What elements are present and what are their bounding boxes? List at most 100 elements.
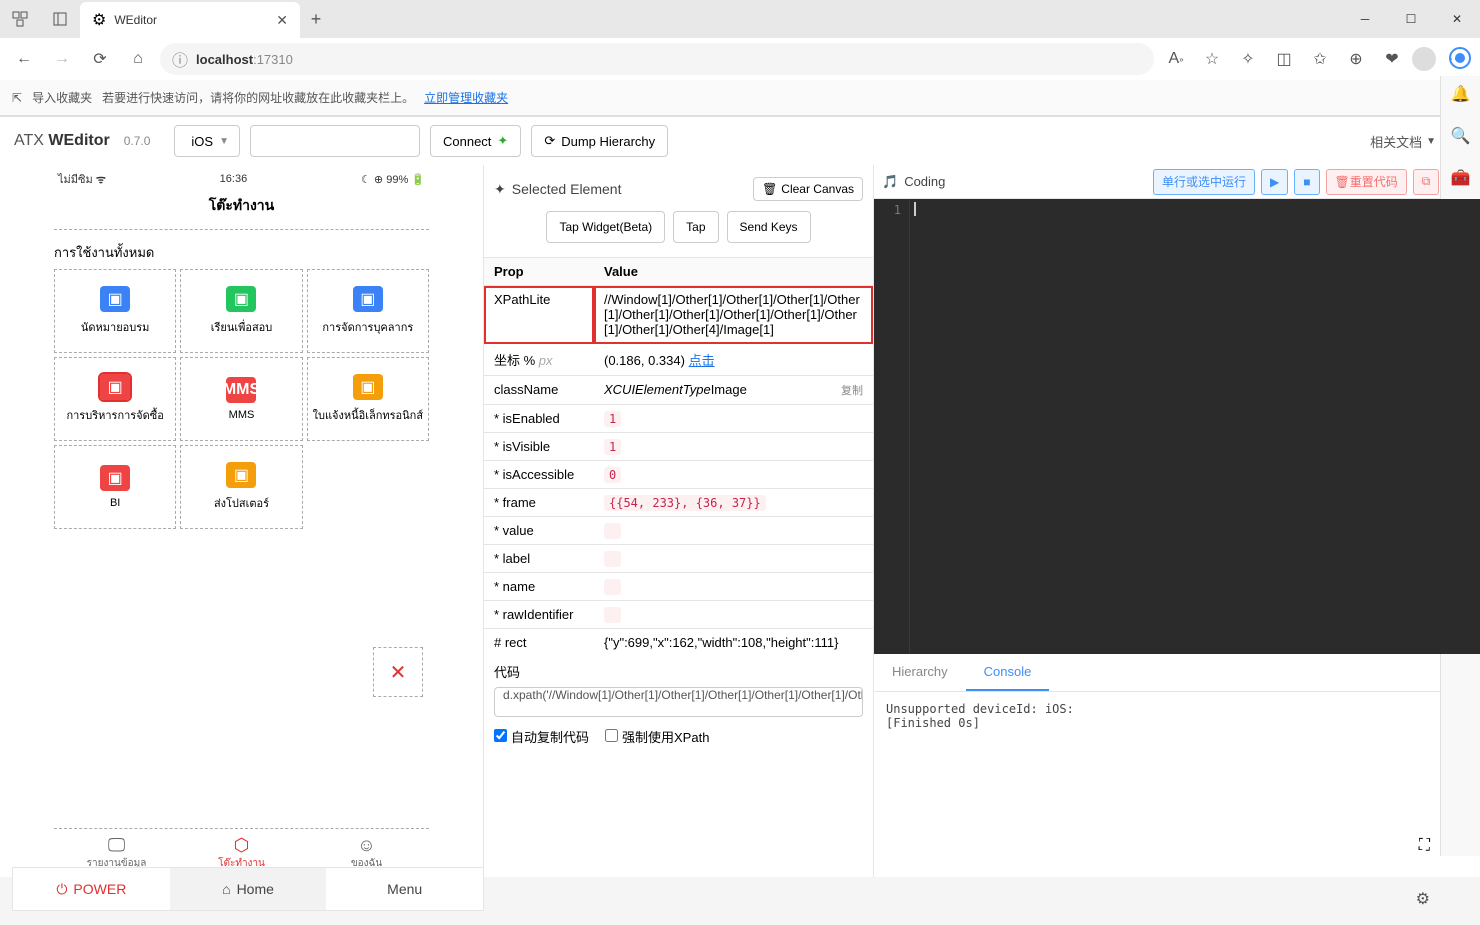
phone-app-0[interactable]: ▣นัดหมายอบรม	[54, 269, 176, 353]
forward-button: →	[46, 43, 78, 75]
tab-close-icon[interactable]: ✕	[276, 12, 288, 29]
prop-header: Prop	[484, 258, 594, 286]
split-screen-icon[interactable]: ◫	[1268, 43, 1300, 75]
app-icon: MMS	[226, 377, 256, 403]
phone-app-3[interactable]: ▣ การบริหารการจัดซื้อ	[54, 357, 176, 441]
prop-row-xpathlite: XPathLite//Window[1]/Other[1]/Other[1]/O…	[484, 286, 873, 344]
stop-button[interactable]: ■	[1294, 169, 1319, 195]
run-selection-button[interactable]: 单行或选中运行	[1153, 169, 1255, 195]
connect-button[interactable]: Connect✦	[430, 125, 521, 157]
app-label: BI	[110, 497, 120, 509]
app-icon: ▣	[226, 462, 256, 488]
address-bar[interactable]: ⓘ localhost:17310	[160, 43, 1154, 75]
play-button[interactable]: ▶	[1261, 169, 1288, 195]
collections-icon[interactable]: ⊕	[1340, 43, 1372, 75]
editor-gutter: 1	[874, 199, 910, 654]
toolbox-icon[interactable]: 🧰	[1449, 166, 1473, 190]
docs-dropdown[interactable]: 相关文档 ▼	[1370, 132, 1436, 151]
auto-copy-checkbox[interactable]: 自动复制代码	[494, 727, 589, 746]
back-button[interactable]: ←	[8, 43, 40, 75]
dump-hierarchy-button[interactable]: ⟳Dump Hierarchy	[531, 125, 668, 157]
prop-row-name: * name	[484, 573, 873, 601]
app-version: 0.7.0	[124, 134, 151, 148]
force-xpath-checkbox[interactable]: 强制使用XPath	[605, 727, 709, 746]
coding-title: 🎵Coding	[882, 174, 945, 190]
code-input[interactable]: d.xpath('//Window[1]/Other[1]/Other[1]/O…	[494, 687, 863, 717]
app-label: เรียนเพื่อสอบ	[211, 318, 273, 336]
screenshot-icon[interactable]: ⛶	[1419, 837, 1430, 855]
home-device-button[interactable]: ⌂ Home	[170, 868, 327, 910]
prop-row-classname: classNameXCUIElementTypeImage复制	[484, 376, 873, 405]
performance-icon[interactable]: ❤	[1376, 43, 1408, 75]
app-icon: ▣	[100, 374, 130, 400]
app-label: การจัดการบุคลากร	[322, 318, 413, 336]
import-favorites-icon[interactable]: ⇱	[12, 91, 22, 105]
app-label: MMS	[229, 409, 255, 421]
tab-favicon: ⚙	[92, 10, 106, 30]
tab-actions-icon[interactable]	[40, 0, 80, 38]
coord-click-link[interactable]: 点击	[689, 353, 715, 368]
url-text: localhost:17310	[196, 52, 293, 67]
tab-hierarchy[interactable]: Hierarchy	[874, 654, 966, 691]
profile-icon[interactable]	[1412, 47, 1436, 71]
site-info-icon[interactable]: ⓘ	[172, 47, 188, 71]
read-aloud-icon[interactable]: A»	[1160, 43, 1192, 75]
prop-row-rect: # rect{"y":699,"x":162,"width":108,"heig…	[484, 629, 873, 657]
copilot-icon[interactable]	[1448, 46, 1472, 75]
phone-statusbar: ไม่มีซิม ᯤ 16:36 ☾ ⊕ 99% 🔋	[54, 169, 429, 189]
copy-badge[interactable]: 复制	[841, 382, 863, 398]
tap-widget-button[interactable]: Tap Widget(Beta)	[546, 211, 665, 243]
copy-code-button[interactable]: ⧉	[1413, 169, 1440, 195]
phone-screen-title: โต๊ะทำงาน	[54, 189, 429, 230]
app-icon: ▣	[353, 286, 383, 312]
prop-row-frame: * frame{{54, 233}, {36, 37}}	[484, 489, 873, 517]
notification-icon[interactable]: 🔔	[1449, 82, 1473, 106]
favorite-icon[interactable]: ☆	[1196, 43, 1228, 75]
search-icon[interactable]: 🔍	[1449, 124, 1473, 148]
app-label: การบริหารการจัดซื้อ	[66, 406, 163, 424]
prop-row-coord: 坐标 % px(0.186, 0.334) 点击	[484, 344, 873, 376]
phone-app-6[interactable]: ▣ BI	[54, 445, 176, 529]
app-icon: ▣	[100, 286, 130, 312]
phone-app-5[interactable]: ▣ใบแจ้งหนี้อิเล็กทรอนิกส์	[307, 357, 429, 441]
clear-canvas-button[interactable]: 🗑Clear Canvas	[753, 177, 863, 201]
phone-app-7[interactable]: ▣ส่งโปสเตอร์	[180, 445, 302, 529]
browser-tab[interactable]: ⚙ WEditor ✕	[80, 2, 300, 38]
favorites-hint: 若要进行快速访问，请将你的网址收藏放在此收藏夹栏上。	[102, 89, 414, 106]
app-icon: ▣	[100, 465, 130, 491]
phone-app-2[interactable]: ▣ การจัดการบุคลากร	[307, 269, 429, 353]
reset-code-button[interactable]: 🗑 重置代码	[1326, 169, 1407, 195]
send-keys-button[interactable]: Send Keys	[727, 211, 811, 243]
maximize-button[interactable]: ☐	[1388, 0, 1434, 38]
phone-app-4[interactable]: MMS MMS	[180, 357, 302, 441]
power-button[interactable]: ⏻ POWER	[13, 868, 170, 910]
platform-select[interactable]: iOS ▼	[174, 125, 240, 157]
mode-label: การใช้งานทั้งหมด	[54, 230, 429, 269]
selected-element-title: ✦Selected Element	[494, 181, 621, 198]
close-window-button[interactable]: ✕	[1434, 0, 1480, 38]
import-favorites-label[interactable]: 导入收藏夹	[32, 89, 92, 106]
prop-row-value: * value	[484, 517, 873, 545]
code-editor[interactable]: 1	[874, 199, 1480, 654]
favorites-list-icon[interactable]: ✩	[1304, 43, 1336, 75]
tap-button[interactable]: Tap	[673, 211, 718, 243]
tools-icon[interactable]: ✕	[373, 647, 423, 697]
menu-device-button[interactable]: Menu	[326, 868, 483, 910]
settings-icon[interactable]: ⚙	[1416, 889, 1430, 909]
home-button[interactable]: ⌂	[122, 43, 154, 75]
app-icon: ▣	[226, 286, 256, 312]
workspaces-icon[interactable]	[0, 0, 40, 38]
prop-row-label: * label	[484, 545, 873, 573]
tab-title: WEditor	[114, 13, 268, 27]
console-output: Unsupported deviceId: iOS: [Finished 0s]	[874, 692, 1480, 877]
tab-console[interactable]: Console	[966, 654, 1050, 691]
minimize-button[interactable]: ─	[1342, 0, 1388, 38]
prop-row-isaccessible: * isAccessible0	[484, 461, 873, 489]
extensions-icon[interactable]: ✧	[1232, 43, 1264, 75]
manage-favorites-link[interactable]: 立即管理收藏夹	[424, 89, 508, 106]
new-tab-button[interactable]: +	[300, 9, 332, 30]
value-header: Value	[594, 258, 873, 286]
device-url-input[interactable]	[250, 125, 420, 157]
refresh-button[interactable]: ⟳	[84, 43, 116, 75]
phone-app-1[interactable]: ▣ เรียนเพื่อสอบ	[180, 269, 302, 353]
